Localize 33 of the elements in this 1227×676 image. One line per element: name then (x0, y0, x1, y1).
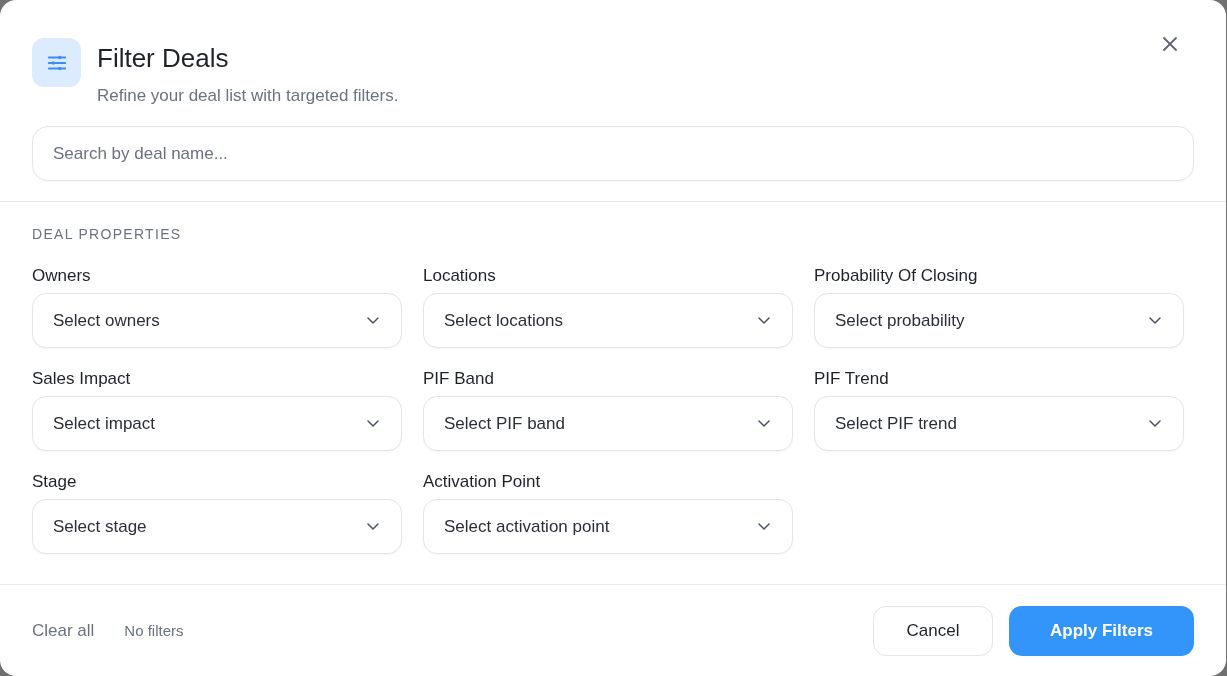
field-label: Stage (32, 471, 77, 493)
dropdown-field[interactable]: Select probability (814, 293, 1184, 348)
field-label: Activation Point (423, 471, 541, 493)
field-label: Sales Impact (32, 368, 131, 390)
filter-status: No filters (124, 622, 184, 639)
dropdown-field[interactable]: Select PIF band (423, 396, 793, 451)
cancel-button[interactable]: Cancel (873, 605, 993, 656)
chevron-down-icon (758, 420, 770, 427)
dialog-title: Filter Deals (97, 42, 230, 74)
chevron-down-icon (1149, 317, 1161, 324)
dialog-subtitle: Refine your deal list with targeted filters. (97, 85, 399, 107)
close-icon (1163, 37, 1177, 51)
field-label: Owners (32, 265, 91, 287)
dropdown-field[interactable]: Select PIF trend (814, 396, 1184, 451)
chevron-down-icon (367, 317, 379, 324)
chevron-down-icon (1149, 420, 1161, 427)
chevron-down-icon (367, 523, 379, 530)
dropdown-field[interactable]: Select stage (32, 499, 402, 554)
sliders-icon (32, 38, 81, 87)
field-label: Locations (423, 265, 496, 287)
field-label: PIF Trend (814, 368, 889, 390)
chevron-down-icon (367, 420, 379, 427)
search-field[interactable]: Search by deal name... (32, 126, 1194, 181)
dropdown-field[interactable]: Select activation point (423, 499, 793, 554)
chevron-down-icon (758, 317, 770, 324)
field-label: PIF Band (423, 368, 494, 390)
clear-all-link[interactable]: Clear all (32, 620, 95, 641)
dropdown-field[interactable]: Select locations (423, 293, 793, 348)
field-label: Probability Of Closing (814, 265, 978, 287)
chevron-down-icon (758, 523, 770, 530)
dropdown-field[interactable]: Select owners (32, 293, 402, 348)
section-heading: DEAL PROPERTIES (32, 225, 183, 244)
dropdown-field[interactable]: Select impact (32, 396, 402, 451)
